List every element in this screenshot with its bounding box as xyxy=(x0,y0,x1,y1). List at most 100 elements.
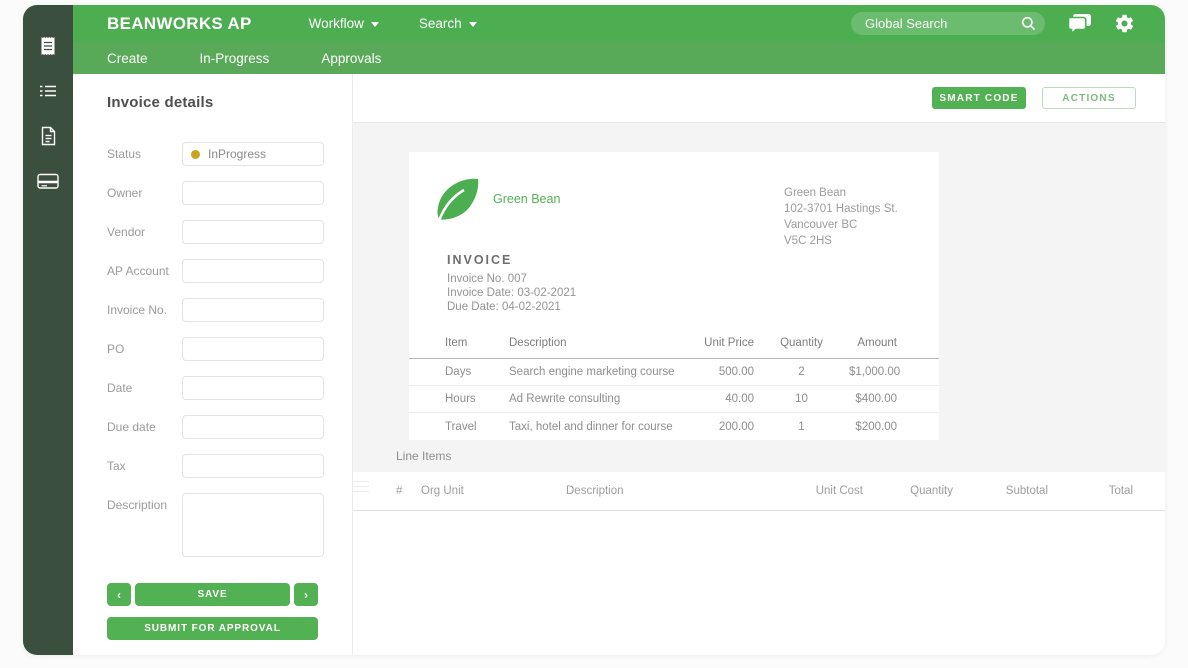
address-line: 102-3701 Hastings St. xyxy=(784,201,898,217)
receipt-icon[interactable] xyxy=(37,35,59,57)
line-items-col-num: # xyxy=(396,485,421,497)
owner-input[interactable] xyxy=(182,181,324,205)
invoice-no-label: Invoice No. xyxy=(107,303,182,317)
sub-navigation: Create In-Progress Approvals xyxy=(73,42,1165,74)
status-dot-icon xyxy=(191,150,200,159)
brand-title: BEANWORKS AP xyxy=(107,14,252,34)
cell-description: Taxi, hotel and dinner for course xyxy=(509,421,699,433)
field-invoice-no: Invoice No. xyxy=(107,298,324,322)
tab-approvals[interactable]: Approvals xyxy=(321,51,381,66)
list-icon[interactable] xyxy=(37,80,59,102)
vendor-label: Vendor xyxy=(107,225,182,239)
global-search-input[interactable] xyxy=(851,12,1045,35)
field-po: PO xyxy=(107,337,324,361)
line-items-title: Line Items xyxy=(396,449,451,463)
field-status: Status InProgress xyxy=(107,142,324,166)
date-label: Date xyxy=(107,381,182,395)
leaf-logo-icon xyxy=(436,178,480,220)
cell-unit-price: 500.00 xyxy=(699,366,754,378)
table-row: Hours Ad Rewrite consulting 40.00 10 $40… xyxy=(409,386,939,413)
cell-quantity: 1 xyxy=(754,421,849,433)
col-quantity: Quantity xyxy=(754,337,849,349)
top-header-bar: BEANWORKS AP Workflow Search xyxy=(73,5,1165,42)
field-due-date: Due date xyxy=(107,415,324,439)
address-line: Green Bean xyxy=(784,185,898,201)
address-line: V5C 2HS xyxy=(784,233,898,249)
chat-icon[interactable] xyxy=(1067,13,1092,34)
status-label: Status xyxy=(107,147,182,161)
col-description: Description xyxy=(509,337,699,349)
status-value: InProgress xyxy=(208,147,266,161)
gear-icon[interactable] xyxy=(1114,13,1135,34)
line-items-col-unit-cost: Unit Cost xyxy=(783,485,863,497)
description-label: Description xyxy=(107,493,182,512)
save-button-group: ‹ SAVE › xyxy=(107,583,318,606)
save-next-button[interactable]: › xyxy=(294,583,318,606)
due-date-label: Due date xyxy=(107,420,182,434)
chevron-down-icon xyxy=(469,22,477,27)
address-line: Vancouver BC xyxy=(784,217,898,233)
header-actions xyxy=(851,12,1165,35)
cell-item: Travel xyxy=(409,421,509,433)
vendor-logo-text: Green Bean xyxy=(493,192,560,206)
actions-button[interactable]: ACTIONS xyxy=(1042,87,1136,109)
smart-code-button[interactable]: SMART CODE xyxy=(932,87,1026,109)
cell-quantity: 10 xyxy=(754,393,849,405)
table-row: Days Search engine marketing course 500.… xyxy=(409,359,939,386)
panel-title: Invoice details xyxy=(107,94,324,111)
description-textarea[interactable] xyxy=(182,493,324,557)
tax-label: Tax xyxy=(107,459,182,473)
save-prev-button[interactable]: ‹ xyxy=(107,583,131,606)
invoice-meta: Invoice No. 007 Invoice Date: 03-02-2021… xyxy=(447,272,576,314)
invoice-no-input[interactable] xyxy=(182,298,324,322)
field-description: Description xyxy=(107,493,324,557)
search-icon[interactable] xyxy=(1021,16,1036,36)
invoice-doc-title: INVOICE xyxy=(447,253,512,267)
credit-card-icon[interactable] xyxy=(37,170,59,192)
cell-unit-price: 200.00 xyxy=(699,421,754,433)
ap-account-label: AP Account xyxy=(107,264,182,278)
invoice-form: Status InProgress Owner Vendor AP Accoun… xyxy=(107,142,324,640)
content-area: Invoice details Status InProgress Owner … xyxy=(73,74,1165,655)
main-area: SMART CODE ACTIONS Green Bean xyxy=(353,74,1165,655)
cell-item: Hours xyxy=(409,393,509,405)
drag-handle-icon[interactable] xyxy=(353,481,369,492)
vendor-input[interactable] xyxy=(182,220,324,244)
tab-in-progress[interactable]: In-Progress xyxy=(200,51,270,66)
line-items-col-description: Description xyxy=(566,485,783,497)
invoice-document[interactable]: Green Bean Green Bean 102-3701 Hastings … xyxy=(409,152,939,440)
workflow-menu[interactable]: Workflow xyxy=(309,16,379,31)
vendor-logo: Green Bean xyxy=(436,178,560,220)
cell-item: Days xyxy=(409,366,509,378)
main-toolbar: SMART CODE ACTIONS xyxy=(353,74,1165,123)
date-input[interactable] xyxy=(182,376,324,400)
invoice-details-panel: Invoice details Status InProgress Owner … xyxy=(73,74,352,655)
tax-input[interactable] xyxy=(182,454,324,478)
ap-account-input[interactable] xyxy=(182,259,324,283)
po-input[interactable] xyxy=(182,337,324,361)
col-unit-price: Unit Price xyxy=(699,337,754,349)
invoice-items-table: Item Description Unit Price Quantity Amo… xyxy=(409,328,939,440)
field-ap-account: AP Account xyxy=(107,259,324,283)
owner-label: Owner xyxy=(107,186,182,200)
cell-unit-price: 40.00 xyxy=(699,393,754,405)
cell-description: Ad Rewrite consulting xyxy=(509,393,699,405)
cell-quantity: 2 xyxy=(754,366,849,378)
invoice-due-date: Due Date: 04-02-2021 xyxy=(447,300,576,314)
save-button[interactable]: SAVE xyxy=(135,583,290,606)
invoice-date: Invoice Date: 03-02-2021 xyxy=(447,286,576,300)
vendor-address: Green Bean 102-3701 Hastings St. Vancouv… xyxy=(784,185,898,249)
cell-amount: $400.00 xyxy=(849,393,939,405)
tab-create[interactable]: Create xyxy=(107,51,148,66)
field-date: Date xyxy=(107,376,324,400)
line-items-header: # Org Unit Description Unit Cost Quantit… xyxy=(353,472,1165,511)
workflow-menu-label: Workflow xyxy=(309,16,364,31)
field-owner: Owner xyxy=(107,181,324,205)
due-date-input[interactable] xyxy=(182,415,324,439)
status-field[interactable]: InProgress xyxy=(182,142,324,166)
line-items-col-total: Total xyxy=(1048,485,1133,497)
document-icon[interactable] xyxy=(37,125,59,147)
search-menu[interactable]: Search xyxy=(419,16,477,31)
invoice-preview-zone: Green Bean Green Bean 102-3701 Hastings … xyxy=(353,123,1165,472)
submit-for-approval-button[interactable]: SUBMIT FOR APPROVAL xyxy=(107,617,318,640)
